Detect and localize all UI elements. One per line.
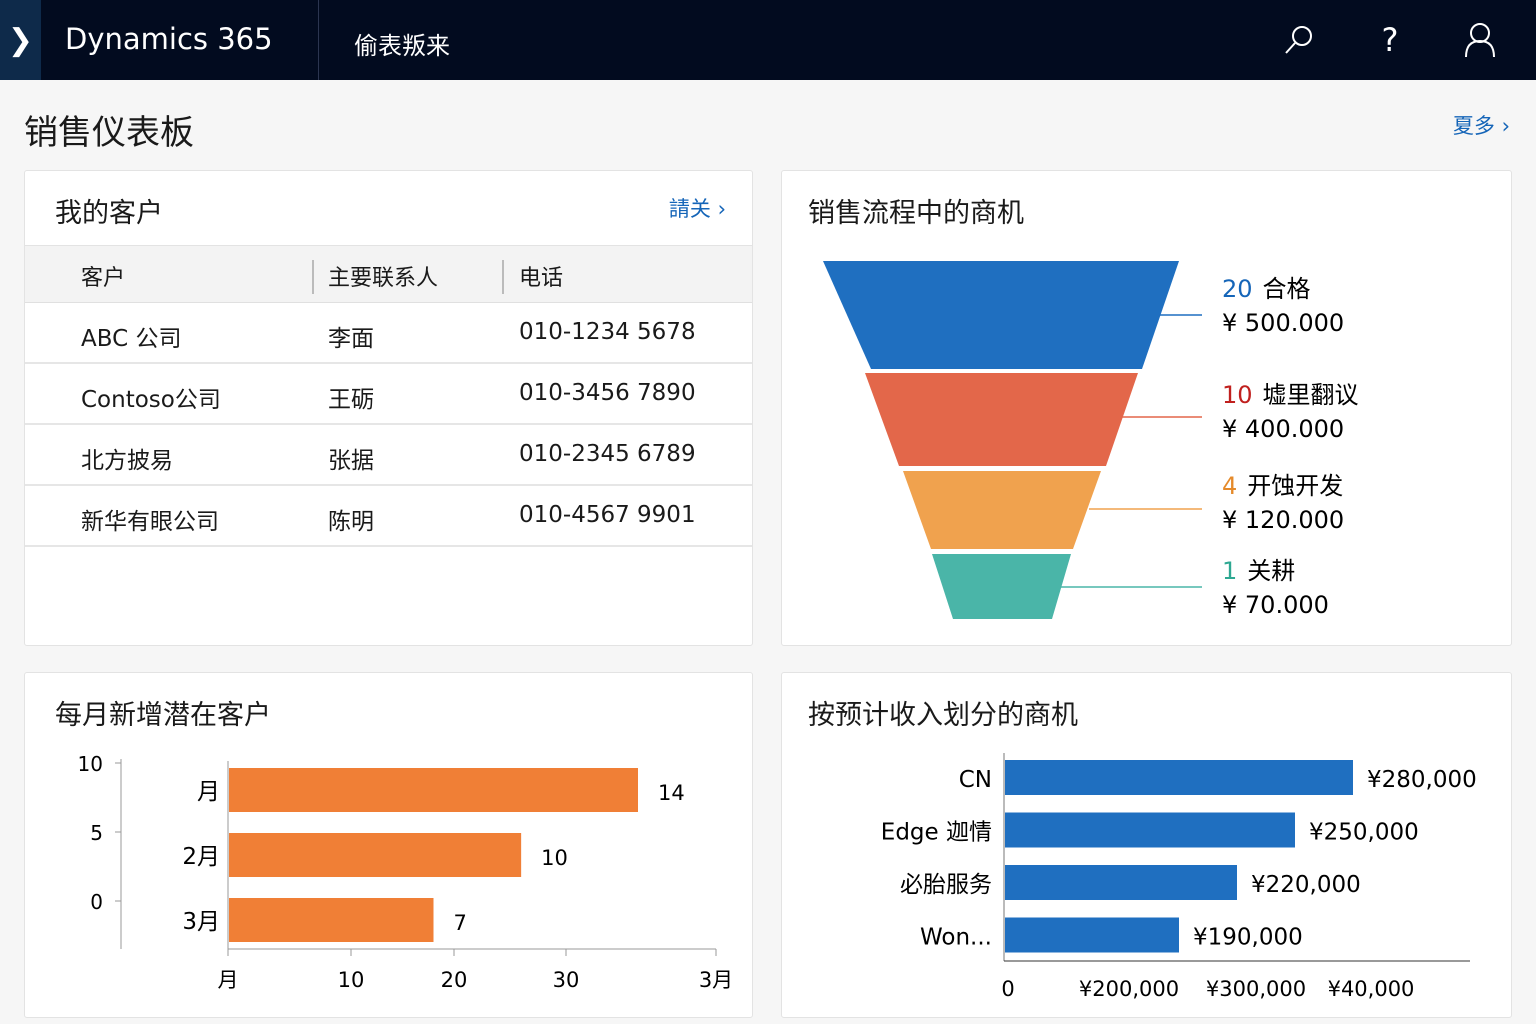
stage-count: 4 [1222,472,1237,500]
x-tick-label: ¥300,000 [1206,977,1306,1001]
x-tick-label: 10 [338,968,365,992]
x-tick-label: ¥40,000 [1328,977,1415,1001]
customer-name[interactable]: ABC 公司 [81,319,181,353]
column-divider[interactable] [502,260,504,294]
table-row[interactable]: 北方披易 张据 010-2345 6789 [25,425,752,486]
phone-number: 010-4567 9901 [519,502,696,528]
category-label: 必胎服务 [900,872,992,898]
x-tick-label: 20 [441,968,468,992]
bar [229,833,522,877]
bar [1005,760,1353,795]
stage-label: 1 关耕 [1222,557,1295,585]
bar-value-label: ¥220,000 [1251,872,1361,898]
stage-amount: ¥ 70.000 [1222,591,1329,619]
column-divider[interactable] [312,260,314,294]
app-launcher-button[interactable]: ❯ [0,0,41,80]
stage-count: 1 [1222,557,1237,585]
customer-name[interactable]: Contoso公司 [81,380,221,414]
category-label: 2月 [182,844,220,870]
category-label: CN [959,767,992,793]
stage-name: 关耕 [1247,557,1295,585]
y-tick-label: 5 [90,821,103,845]
contact-name: 王砺 [328,387,374,413]
stage-amount: ¥ 400.000 [1222,415,1344,443]
x-tick-label: 月 [218,968,239,992]
table-row[interactable]: Contoso公司 王砺 010-3456 7890 [25,364,752,425]
table-row[interactable]: ABC 公司 李面 010-1234 5678 [25,303,752,364]
phone-number: 010-2345 6789 [519,441,696,467]
top-nav: ❯ Dynamics 365 偷表叛来 ? [0,0,1536,80]
pipeline-funnel-card: 销售流程中的商机 20 合格 ¥ 500.000 10 墟里翻议 ¥ 400.000 4 开蚀… [781,170,1512,646]
funnel-stage [823,261,1179,369]
y-tick-label: 0 [90,890,103,914]
more-link[interactable]: 夏多 › [1453,110,1510,140]
table-header: 客户 主要联系人 电话 [25,245,752,303]
divider [318,0,319,80]
bar-value-label: 10 [541,846,568,870]
monthly-leads-chart: 1050月 10 20 30 3月月 142月 103月 7 [78,752,734,992]
search-icon[interactable] [1278,20,1318,60]
stage-label: 20 合格 [1222,275,1311,303]
brand-name[interactable]: Dynamics 365 [65,22,273,56]
bar [1005,917,1179,953]
bar-value-label: 14 [658,781,685,805]
help-icon[interactable]: ? [1370,20,1410,60]
stage-name: 合格 [1263,275,1311,303]
y-tick-label: 10 [78,752,103,776]
column-header-phone[interactable]: 电话 [519,260,563,292]
stage-count: 20 [1222,275,1253,303]
contact-name: 李面 [328,326,374,352]
stage-name: 墟里翻议 [1263,381,1359,409]
card-title: 我的客户 [55,198,163,229]
page-title: 销售仪表板 [24,113,194,153]
x-tick-label: ¥200,000 [1079,977,1179,1001]
bar [1005,865,1237,900]
user-icon[interactable] [1460,20,1500,60]
revenue-opportunities-card: 按预计收入划分的商机 0 ¥200,000 ¥300,000 ¥40,000 CN ¥28… [781,672,1512,1018]
x-tick-label: 0 [1001,977,1014,1001]
category-label: Edge 迦情 [881,820,992,846]
bar [229,768,638,812]
funnel-stage [903,471,1101,549]
bar-value-label: ¥280,000 [1367,767,1477,793]
bar-value-label: 7 [454,911,467,935]
x-tick-label: 3月 [699,968,733,992]
stage-amount: ¥ 120.000 [1222,506,1344,534]
stage-label: 4 开蚀开发 [1222,472,1343,500]
funnel-stage [865,373,1138,466]
contact-name: 张据 [328,448,374,474]
bar-value-label: ¥190,000 [1193,925,1303,951]
category-label: 月 [197,779,220,805]
category-label: Won... [920,925,992,951]
module-name[interactable]: 偷表叛来 [354,26,450,61]
category-label: 3月 [182,909,220,935]
stage-amount: ¥ 500.000 [1222,309,1344,337]
customer-name[interactable]: 北方披易 [81,441,173,475]
x-tick-label: 30 [553,968,580,992]
chevron-logo-icon: ❯ [7,22,34,58]
revenue-chart: 0 ¥200,000 ¥300,000 ¥40,000 CN ¥280,000 Edge 迦… [881,753,1477,1001]
my-customers-card: 我的客户 請关 › 客户 主要联系人 电话 ABC 公司 李面 010-1234 5… [24,170,753,646]
phone-number: 010-3456 7890 [519,380,696,406]
table-row[interactable]: 新华有眼公司 陈明 010-4567 9901 [25,486,752,547]
customer-name[interactable]: 新华有眼公司 [81,502,219,536]
phone-number: 010-1234 5678 [519,319,696,345]
stage-label: 10 墟里翻议 [1222,381,1359,409]
stage-name: 开蚀开发 [1247,472,1343,500]
funnel-stage [932,554,1071,619]
bar [229,898,434,942]
view-all-link[interactable]: 請关 › [669,193,726,223]
monthly-leads-card: 每月新增潜在客户 10 5 0 月 10 20 30 3月月 14 2月 10 3月 7 [24,672,753,1018]
bar-value-label: ¥250,000 [1309,820,1419,846]
column-header-customer[interactable]: 客户 [81,260,125,292]
funnel-chart: 20 合格 ¥ 500.000 10 墟里翻议 ¥ 400.000 4 开蚀开发 ¥ 120.0… [823,261,1359,619]
column-header-contact[interactable]: 主要联系人 [328,260,438,292]
bar [1005,812,1295,848]
contact-name: 陈明 [328,509,374,535]
stage-count: 10 [1222,381,1253,409]
